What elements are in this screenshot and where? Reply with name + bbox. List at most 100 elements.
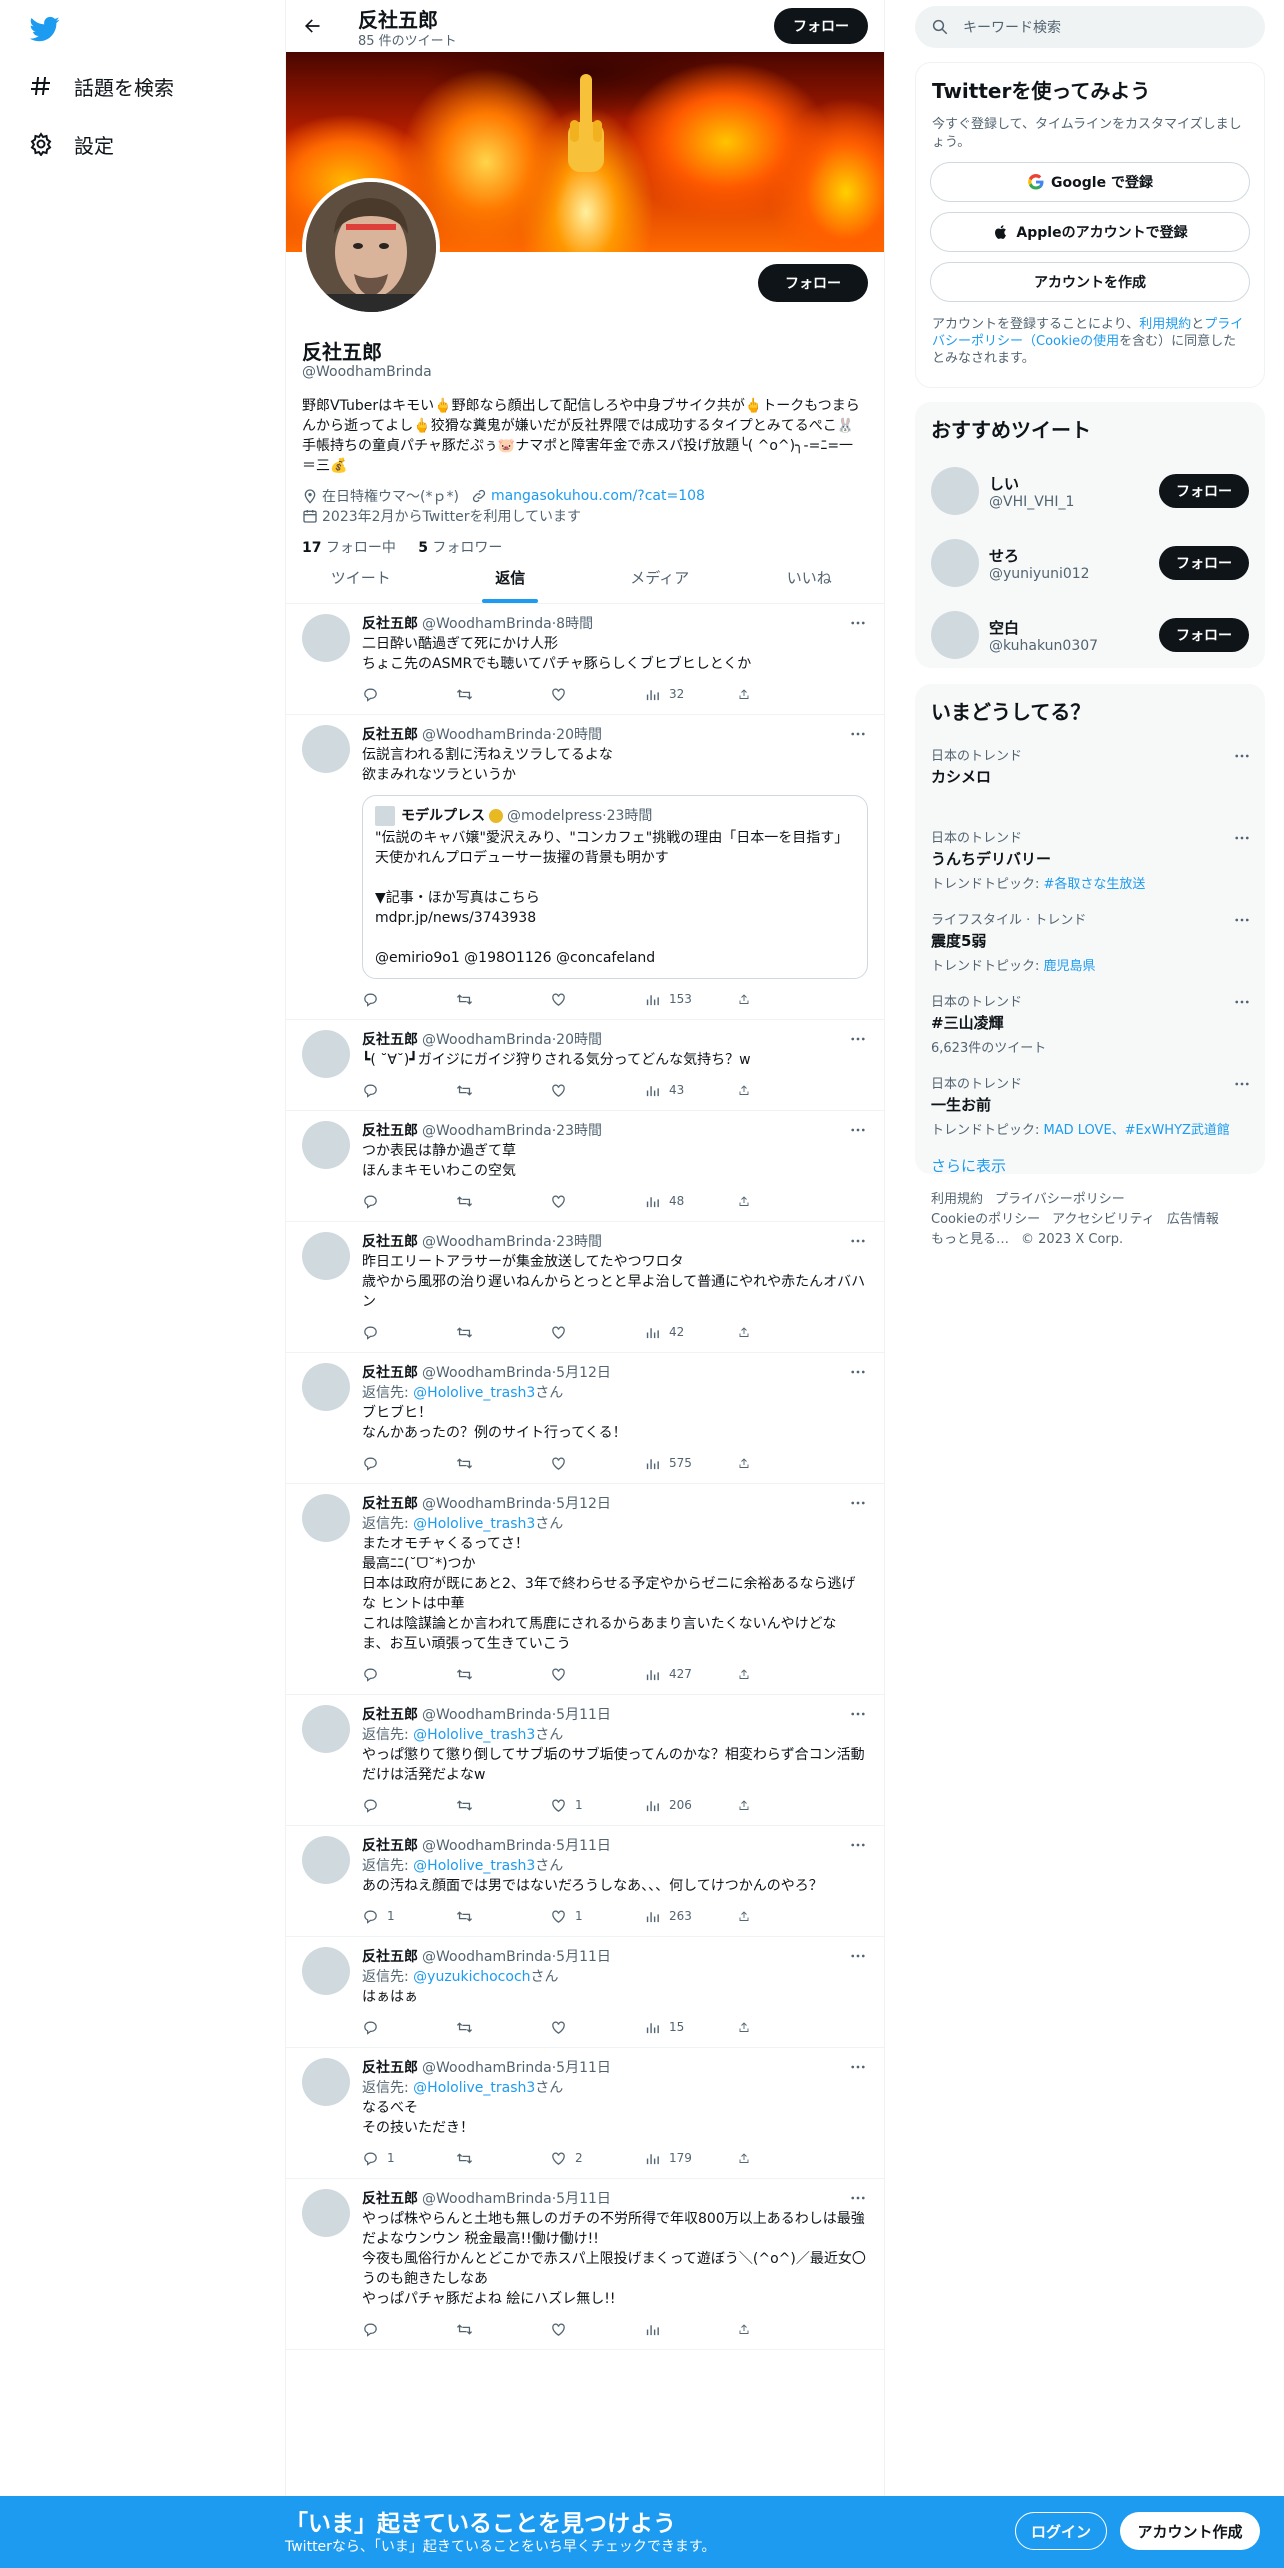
trend-item[interactable]: 日本のトレンド #三山凌輝 6,623件のツイート	[915, 983, 1265, 1065]
share-button[interactable]	[738, 1324, 758, 1341]
twitter-bird-icon[interactable]	[29, 14, 60, 44]
tweet-time[interactable]: 8時間	[556, 614, 593, 634]
replying-to-handle[interactable]: @Hololive_trash3	[413, 1858, 535, 1874]
tweet-avatar[interactable]	[302, 614, 350, 662]
reply-button[interactable]	[362, 1193, 456, 1210]
more-options-icon[interactable]	[848, 614, 868, 632]
like-button[interactable]	[550, 1193, 644, 1210]
trend-more-icon[interactable]	[1233, 911, 1251, 933]
more-options-icon[interactable]	[848, 1494, 868, 1512]
tweet-time[interactable]: 5月11日	[556, 1836, 611, 1856]
trend-item[interactable]: 日本のトレンド カシメロ	[915, 737, 1265, 819]
retweet-button[interactable]	[456, 1193, 550, 1210]
more-options-icon[interactable]	[848, 1232, 868, 1250]
quoted-tweet[interactable]: モデルプレス @modelpress · 23時間 "伝説のキャバ嬢"愛沢えみり、"…	[362, 795, 868, 979]
tweet-avatar[interactable]	[302, 2189, 350, 2237]
trend-more-icon[interactable]	[1233, 829, 1251, 851]
tab-media[interactable]: メディア	[585, 552, 735, 603]
recommended-user-name[interactable]: せろ	[989, 545, 1090, 566]
recommended-user[interactable]: せろ @yuniyuni012 フォロー	[915, 527, 1265, 599]
views-button[interactable]: 48	[644, 1193, 738, 1210]
recommended-user-name[interactable]: 空白	[989, 617, 1098, 638]
terms-link[interactable]: 利用規約	[1139, 317, 1191, 332]
tweet-time[interactable]: 5月11日	[556, 2058, 611, 2078]
share-button[interactable]	[738, 991, 758, 1008]
retweet-button[interactable]	[456, 1082, 550, 1099]
retweet-button[interactable]	[456, 1666, 550, 1683]
views-button[interactable]: 15	[644, 2019, 738, 2036]
recommended-user-avatar[interactable]	[931, 467, 979, 515]
replying-to-handle[interactable]: @yuzukichococh	[413, 1969, 530, 1985]
footer-link[interactable]: Cookieのポリシー	[931, 1212, 1040, 1227]
signup-button[interactable]: アカウント作成	[1120, 2512, 1260, 2550]
tweet-author-name[interactable]: 反社五郎	[362, 1232, 418, 1252]
more-options-icon[interactable]	[848, 1121, 868, 1139]
views-button[interactable]: 179	[644, 2150, 738, 2167]
reply-button[interactable]	[362, 1324, 456, 1341]
share-button[interactable]	[738, 1193, 758, 1210]
retweet-button[interactable]	[456, 686, 550, 703]
create-account-button[interactable]: アカウントを作成	[930, 262, 1250, 302]
trend-more-icon[interactable]	[1233, 747, 1251, 769]
trend-item[interactable]: 日本のトレンド うんちデリバリー トレンドトピック: #各取さな生放送	[915, 819, 1265, 901]
tweet-time[interactable]: 5月11日	[556, 1947, 611, 1967]
like-button[interactable]	[550, 686, 644, 703]
tweet-author-name[interactable]: 反社五郎	[362, 2189, 418, 2209]
trend-topic-link[interactable]: MAD LOVE、#ExWHYZ武道館	[1044, 1123, 1230, 1138]
tweet-time[interactable]: 5月12日	[556, 1494, 611, 1514]
tweet-author-name[interactable]: 反社五郎	[362, 614, 418, 634]
recommended-user-name[interactable]: しい	[989, 473, 1074, 494]
tweet-author-name[interactable]: 反社五郎	[362, 1947, 418, 1967]
apple-signup-button[interactable]: Appleのアカウントで登録	[930, 212, 1250, 252]
more-options-icon[interactable]	[848, 1030, 868, 1048]
like-button[interactable]	[550, 991, 644, 1008]
tweet[interactable]: 反社五郎 @WoodhamBrinda · 5月11日 返信先: @Hololive…	[286, 1695, 884, 1826]
share-button[interactable]	[738, 1082, 758, 1099]
footer-link[interactable]: アクセシビリティ	[1052, 1212, 1155, 1227]
retweet-button[interactable]	[456, 2321, 550, 2338]
tweet-time[interactable]: 23時間	[556, 1232, 602, 1252]
nav-settings[interactable]: 設定	[28, 122, 114, 166]
more-options-icon[interactable]	[848, 1705, 868, 1723]
like-button[interactable]: 1	[550, 1797, 644, 1814]
tweet[interactable]: 反社五郎 @WoodhamBrinda · 20時間 伝説言われる割に汚ねえツラして…	[286, 715, 884, 1020]
more-options-icon[interactable]	[848, 1363, 868, 1381]
tweet-author-name[interactable]: 反社五郎	[362, 725, 418, 745]
nav-explore[interactable]: 話題を検索	[28, 64, 174, 108]
tweet[interactable]: 反社五郎 @WoodhamBrinda · 5月11日 返信先: @Hololive…	[286, 2048, 884, 2179]
tweet[interactable]: 反社五郎 @WoodhamBrinda · 5月11日 返信先: @yuzukich…	[286, 1937, 884, 2048]
tweet-author-name[interactable]: 反社五郎	[362, 1836, 418, 1856]
tweet-author-name[interactable]: 反社五郎	[362, 1121, 418, 1141]
more-options-icon[interactable]	[848, 2189, 868, 2207]
profile-follow-button[interactable]: フォロー	[758, 264, 868, 302]
views-button[interactable]: 42	[644, 1324, 738, 1341]
trend-more-icon[interactable]	[1233, 993, 1251, 1015]
reply-button[interactable]	[362, 1455, 456, 1472]
views-button[interactable]: 263	[644, 1908, 738, 1925]
trend-item[interactable]: 日本のトレンド 一生お前 トレンドトピック: MAD LOVE、#ExWHYZ武道館	[915, 1065, 1265, 1147]
replying-to-handle[interactable]: @Hololive_trash3	[413, 2080, 535, 2096]
tweet-author-name[interactable]: 反社五郎	[362, 1363, 418, 1383]
tweet[interactable]: 反社五郎 @WoodhamBrinda · 5月11日 やっぱ株やらんと土地も無しの…	[286, 2179, 884, 2350]
like-button[interactable]	[550, 1324, 644, 1341]
retweet-button[interactable]	[456, 1797, 550, 1814]
trend-topic-link[interactable]: #各取さな生放送	[1044, 877, 1146, 892]
tweet-time[interactable]: 23時間	[556, 1121, 602, 1141]
reply-button[interactable]	[362, 2019, 456, 2036]
views-button[interactable]: 43	[644, 1082, 738, 1099]
tweet-avatar[interactable]	[302, 1232, 350, 1280]
footer-link[interactable]: プライバシーポリシー	[995, 1192, 1125, 1207]
like-button[interactable]: 1	[550, 1908, 644, 1925]
views-button[interactable]: 575	[644, 1455, 738, 1472]
tweet-author-name[interactable]: 反社五郎	[362, 1494, 418, 1514]
tweet-time[interactable]: 20時間	[556, 1030, 602, 1050]
recommended-user-avatar[interactable]	[931, 611, 979, 659]
tweet-time[interactable]: 5月11日	[556, 1705, 611, 1725]
recommended-user-avatar[interactable]	[931, 539, 979, 587]
share-button[interactable]	[738, 1797, 758, 1814]
retweet-button[interactable]	[456, 1324, 550, 1341]
tweet[interactable]: 反社五郎 @WoodhamBrinda · 5月12日 返信先: @Hololive…	[286, 1353, 884, 1484]
like-button[interactable]	[550, 1666, 644, 1683]
views-button[interactable]: 206	[644, 1797, 738, 1814]
tweet-avatar[interactable]	[302, 1947, 350, 1995]
